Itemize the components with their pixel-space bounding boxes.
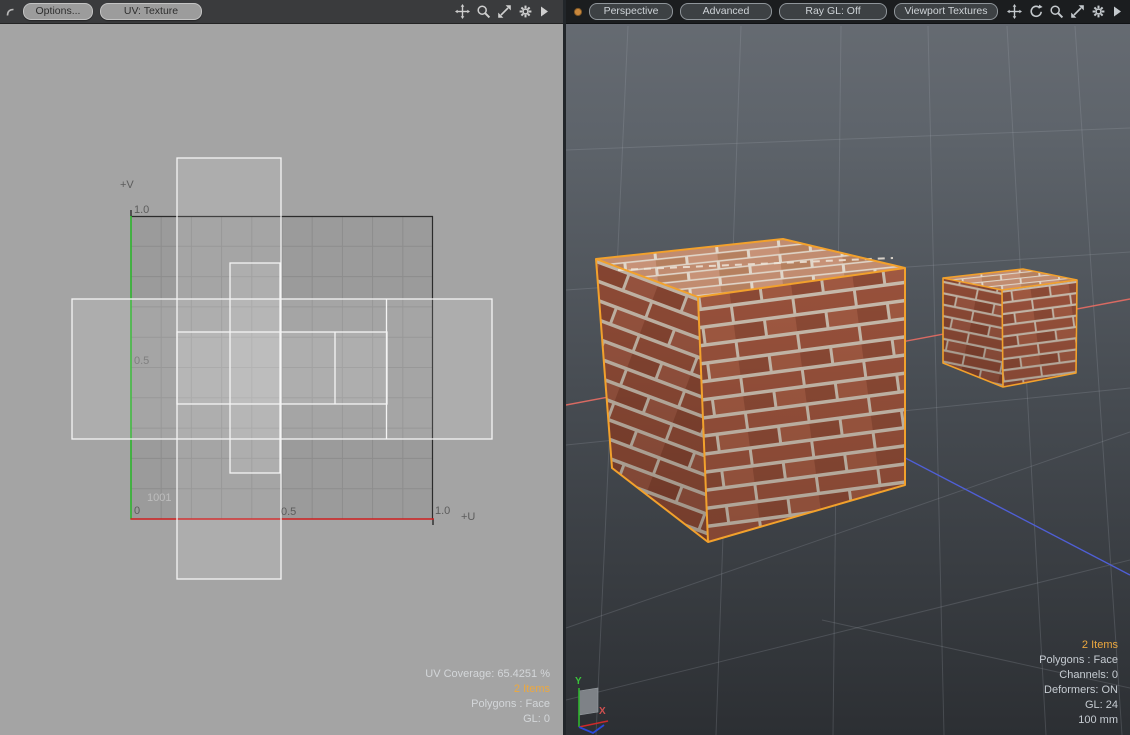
- move-icon[interactable]: [1007, 4, 1022, 19]
- gizmo-y-label: Y: [575, 676, 582, 687]
- gizmo-plane: [579, 688, 598, 715]
- large-brick-cube[interactable]: [596, 239, 905, 542]
- uv-vmax-label: 1.0: [134, 204, 149, 216]
- more-icon[interactable]: [539, 5, 549, 18]
- uv-toolbar: Options... UV: Texture: [0, 0, 563, 24]
- rotate-icon[interactable]: [1028, 4, 1043, 19]
- viewport-toolbar: Perspective Advanced Ray GL: Off Viewpor…: [566, 0, 1130, 24]
- viewport-toolbar-icons: [1007, 4, 1122, 19]
- view-grid-size-text: 100 mm: [1039, 713, 1118, 728]
- options-button[interactable]: Options...: [23, 3, 93, 20]
- view-items-text: 2 Items: [1039, 638, 1118, 653]
- maximize-icon[interactable]: [497, 4, 512, 19]
- axis-gizmo: Y X: [575, 676, 608, 733]
- uv-udim-label: 1001: [147, 492, 171, 504]
- large-cube-right-shade: [698, 268, 905, 542]
- uv-umax-label: 1.0: [435, 505, 450, 517]
- small-cube-right-shade: [1002, 280, 1077, 387]
- move-icon[interactable]: [455, 4, 470, 19]
- view-channels-text: Channels: 0: [1039, 668, 1118, 683]
- uv-toolbar-icons: [455, 4, 549, 19]
- uv-gl-text: GL: 0: [425, 712, 550, 727]
- uv-items-text: 2 Items: [425, 682, 550, 697]
- viewport-3d-panel: Y X Perspective Advanced Ray GL: Off Vie…: [566, 0, 1130, 735]
- view-gl-text: GL: 24: [1039, 698, 1118, 713]
- viewport-mode-dot-icon[interactable]: [573, 7, 583, 17]
- view-deformers-text: Deformers: ON: [1039, 683, 1118, 698]
- uv-v-axis-label: +V: [120, 179, 134, 191]
- magnify-icon[interactable]: [1049, 4, 1064, 19]
- uv-umid-label: 0.5: [281, 506, 296, 518]
- advanced-button[interactable]: Advanced: [680, 3, 772, 20]
- small-brick-cube[interactable]: [943, 269, 1077, 387]
- viewport-textures-button[interactable]: Viewport Textures: [894, 3, 998, 20]
- small-cube-left-shade: [943, 278, 1003, 387]
- ray-gl-button[interactable]: Ray GL: Off: [779, 3, 887, 20]
- gizmo-x-label: X: [599, 706, 606, 717]
- viewport-canvas[interactable]: Y X: [566, 0, 1130, 735]
- uv-texture-button[interactable]: UV: Texture: [100, 3, 202, 20]
- uv-u-axis-label: +U: [461, 511, 475, 523]
- uv-polygons-text: Polygons : Face: [425, 697, 550, 712]
- panel-corner-icon[interactable]: [5, 6, 17, 18]
- application-window: +V 1.0 0.5 1001 0 0.5 1.0 +U Options... …: [0, 0, 1130, 735]
- uv-vmid-label: 0.5: [134, 355, 149, 367]
- viewport-status-readout: 2 Items Polygons : Face Channels: 0 Defo…: [1039, 638, 1118, 728]
- uv-editor-panel: +V 1.0 0.5 1001 0 0.5 1.0 +U Options... …: [0, 0, 563, 735]
- perspective-button[interactable]: Perspective: [589, 3, 673, 20]
- magnify-icon[interactable]: [476, 4, 491, 19]
- view-polygons-text: Polygons : Face: [1039, 653, 1118, 668]
- more-icon[interactable]: [1112, 5, 1122, 18]
- maximize-icon[interactable]: [1070, 4, 1085, 19]
- gear-icon[interactable]: [1091, 4, 1106, 19]
- uv-status-readout: UV Coverage: 65.4251 % 2 Items Polygons …: [425, 667, 550, 727]
- gear-icon[interactable]: [518, 4, 533, 19]
- uv-origin-label: 0: [134, 505, 140, 517]
- uv-coverage-text: UV Coverage: 65.4251 %: [425, 667, 550, 682]
- uv-island-small-band[interactable]: [177, 332, 387, 404]
- uv-canvas[interactable]: +V 1.0 0.5 1001 0 0.5 1.0 +U: [0, 0, 563, 735]
